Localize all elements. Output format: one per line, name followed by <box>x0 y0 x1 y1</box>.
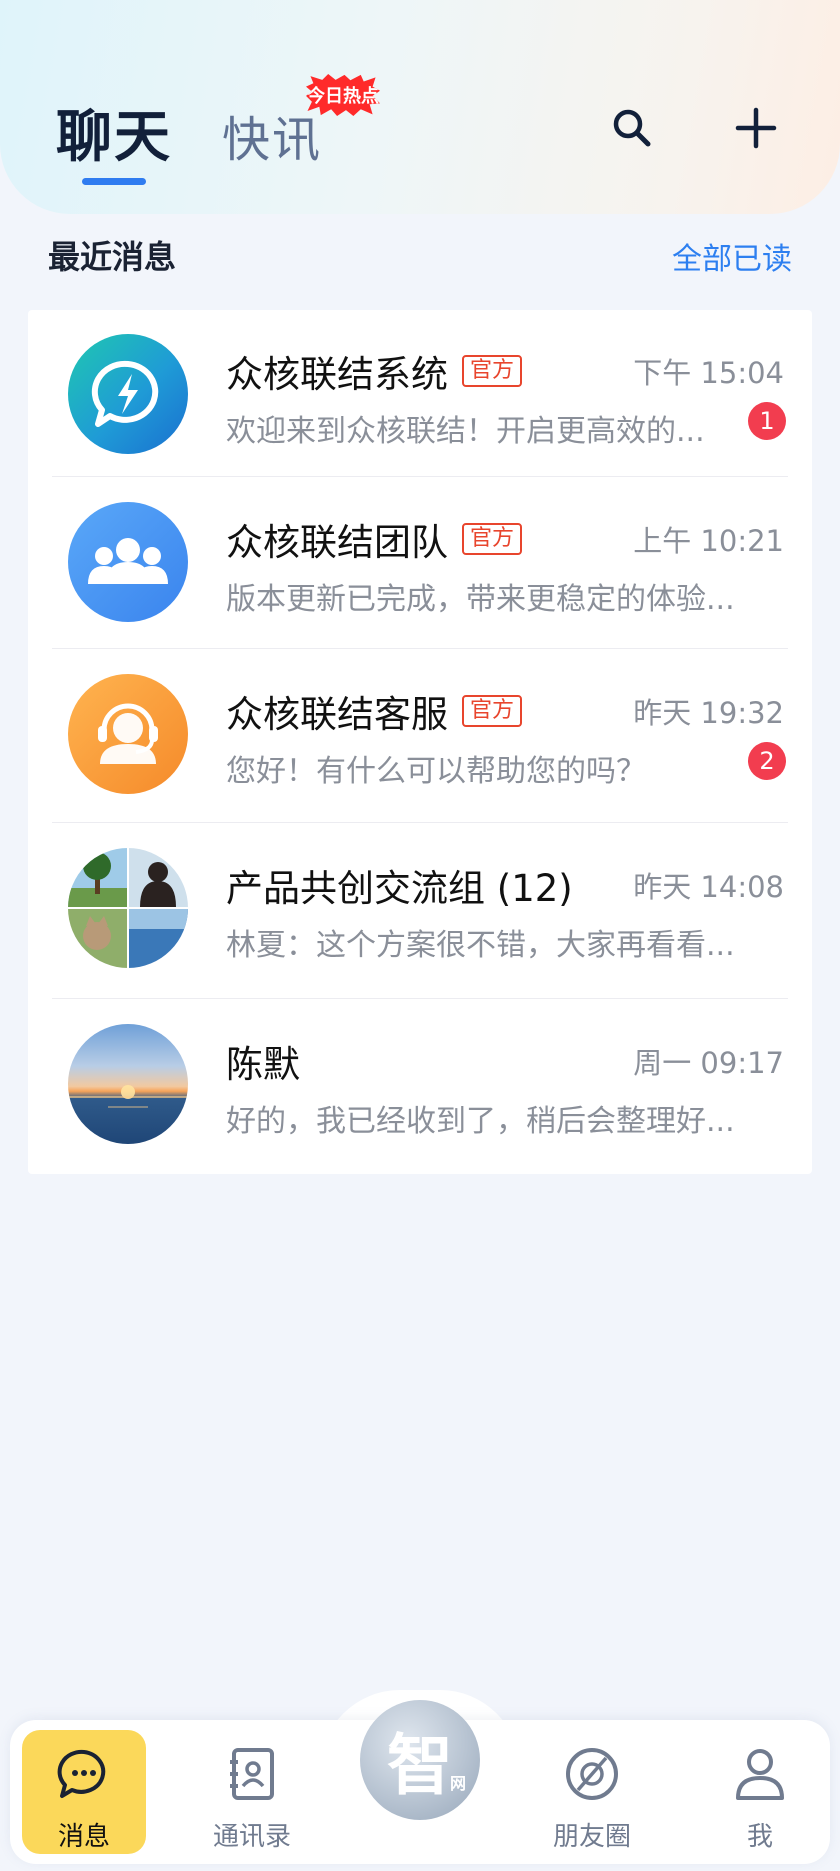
plus-icon <box>735 107 777 149</box>
tab-chat[interactable]: 聊天 <box>56 92 172 173</box>
nav-label: 我 <box>746 1822 773 1852</box>
group-collage <box>68 848 188 968</box>
nav-label: 通讯录 <box>212 1822 291 1852</box>
conversation-time: 昨天 19:32 <box>633 696 784 730</box>
divider <box>52 648 788 649</box>
team-avatar <box>68 502 188 622</box>
conversation-preview: 您好！有什么可以帮助您的吗？ <box>226 754 646 789</box>
aperture-icon <box>566 1748 618 1800</box>
unread-badge: 1 <box>748 402 786 440</box>
user-icon <box>736 1749 784 1800</box>
conversation-name: 众核联结系统 <box>226 353 448 396</box>
sunset-avatar <box>68 1024 188 1144</box>
nav-moments[interactable]: 朋友圈 <box>530 1730 654 1854</box>
conversation-preview: 版本更新已完成，带来更稳定的体验... <box>226 582 735 617</box>
headset-icon <box>98 703 158 764</box>
unread-badge: 2 <box>748 742 786 780</box>
nav-messages[interactable]: 消息 <box>22 1730 146 1854</box>
lightning-chat-avatar <box>68 334 188 454</box>
center-logo-sub: 网 <box>449 1774 466 1793</box>
search-button[interactable] <box>604 100 660 156</box>
team-icon <box>88 538 168 584</box>
conversation-time: 昨天 14:08 <box>633 870 784 904</box>
nav-contacts[interactable]: 通讯录 <box>190 1730 314 1854</box>
conversation-row[interactable]: 陈默 周一 09:17 好的，我已经收到了，稍后会整理好... <box>28 1000 812 1172</box>
conversation-time: 上午 10:21 <box>633 524 784 558</box>
nav-me[interactable]: 我 <box>698 1730 822 1854</box>
active-tab-indicator <box>82 178 146 185</box>
divider <box>52 822 788 823</box>
headset-avatar <box>68 674 188 794</box>
sunset-photo <box>68 1085 188 1108</box>
conversation-preview: 林夏：这个方案很不错，大家再看看... <box>226 928 735 963</box>
official-tag: 官方 <box>462 695 523 727</box>
conversation-list: 众核联结系统 官方 下午 15:04 欢迎来到众核联结！开启更高效的... 1 … <box>28 310 812 1174</box>
center-logo-button[interactable]: 智 网 <box>360 1700 480 1820</box>
group-collage-avatar <box>68 848 188 968</box>
add-button[interactable] <box>728 100 784 156</box>
conversation-row[interactable]: 众核联结团队 官方 上午 10:21 版本更新已完成，带来更稳定的体验... <box>28 478 812 650</box>
conversation-preview: 好的，我已经收到了，稍后会整理好... <box>226 1104 735 1139</box>
official-tag: 官方 <box>462 355 523 387</box>
nav-label: 消息 <box>57 1822 110 1852</box>
section-title: 最近消息 <box>48 238 177 276</box>
conversation-time: 下午 15:04 <box>633 356 784 390</box>
conversation-row[interactable]: 众核联结系统 官方 下午 15:04 欢迎来到众核联结！开启更高效的... 1 <box>28 310 812 482</box>
divider <box>52 476 788 477</box>
center-logo-text: 智 <box>387 1727 453 1804</box>
conversation-name: 产品共创交流组 (12) <box>226 867 573 910</box>
conversation-name: 众核联结团队 <box>226 521 448 564</box>
official-tag: 官方 <box>462 523 523 555</box>
contacts-book-icon <box>230 1748 274 1800</box>
search-icon <box>613 109 651 147</box>
chat-bubble-icon <box>57 1749 106 1798</box>
lightning-chat-icon <box>91 360 159 427</box>
mark-all-read-button[interactable]: 全部已读 <box>672 234 792 278</box>
conversation-row[interactable]: 产品共创交流组 (12) 昨天 14:08 林夏：这个方案很不错，大家再看看..… <box>28 824 812 996</box>
conversation-row[interactable]: 众核联结客服 官方 昨天 19:32 您好！有什么可以帮助您的吗？ 2 <box>28 650 812 822</box>
conversation-name: 陈默 <box>226 1043 300 1086</box>
conversation-time: 周一 09:17 <box>633 1046 784 1080</box>
nav-label: 朋友圈 <box>552 1822 631 1852</box>
divider <box>52 998 788 999</box>
conversation-name: 众核联结客服 <box>226 693 448 736</box>
tab-news[interactable]: 快讯 <box>222 100 322 170</box>
conversation-preview: 欢迎来到众核联结！开启更高效的... <box>226 414 705 449</box>
